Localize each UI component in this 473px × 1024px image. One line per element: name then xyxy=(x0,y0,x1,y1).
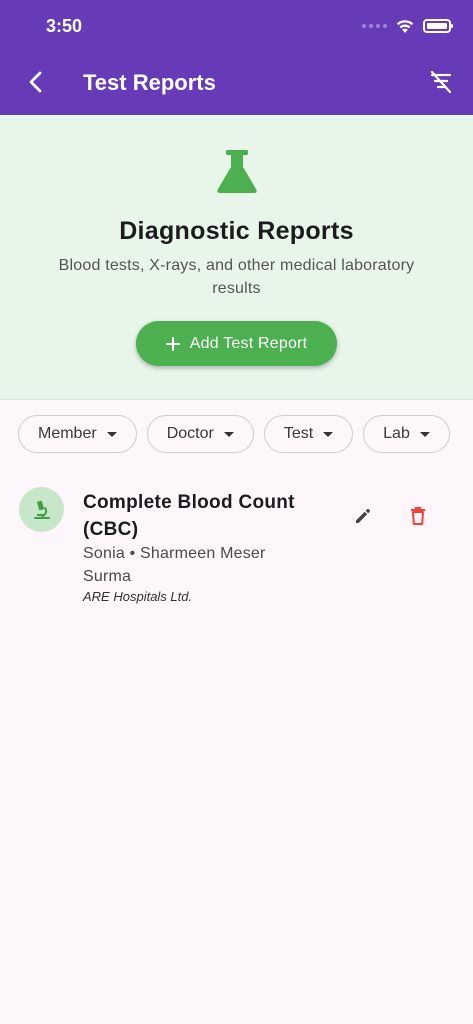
filter-off-icon xyxy=(430,70,452,94)
report-avatar xyxy=(19,487,64,532)
filter-chips: Member Doctor Test Lab xyxy=(18,415,450,453)
page-title: Test Reports xyxy=(83,70,216,95)
filter-chip-lab[interactable]: Lab xyxy=(363,415,450,453)
status-time: 3:50 xyxy=(46,16,83,36)
cellular-signal-icon xyxy=(362,24,387,28)
caret-down-icon xyxy=(106,431,117,437)
filter-chip-member[interactable]: Member xyxy=(18,415,137,453)
delete-report-button[interactable] xyxy=(401,499,435,533)
status-bar: 3:50 xyxy=(0,0,473,50)
chevron-left-icon xyxy=(29,71,42,93)
caret-down-icon xyxy=(223,431,234,437)
app-screen: 3:50 Test Reports Diagnostic Reports Blo… xyxy=(0,0,473,1024)
status-icons xyxy=(362,16,453,36)
filter-chip-label: Member xyxy=(38,425,97,442)
flask-icon xyxy=(217,150,257,193)
filter-chip-label: Doctor xyxy=(166,425,214,442)
filter-chip-test[interactable]: Test xyxy=(263,415,354,453)
delete-icon xyxy=(411,507,425,525)
app-bar: Test Reports xyxy=(0,50,473,115)
add-test-report-label: Add Test Report xyxy=(189,334,308,352)
report-list-item[interactable]: Complete Blood Count (CBC) Sonia • Sharm… xyxy=(0,475,473,615)
filter-chip-doctor[interactable]: Doctor xyxy=(146,415,254,453)
add-test-report-button[interactable]: Add Test Report xyxy=(136,321,337,366)
back-button[interactable] xyxy=(18,64,54,100)
report-title: Complete Blood Count (CBC) xyxy=(83,492,295,540)
hero-title: Diagnostic Reports xyxy=(119,217,354,245)
microscope-icon xyxy=(33,500,50,519)
caret-down-icon xyxy=(419,431,430,437)
edit-icon xyxy=(356,508,371,523)
hero-subtitle: Blood tests, X-rays, and other medical l… xyxy=(58,257,415,297)
plus-icon xyxy=(165,336,180,351)
filter-chip-label: Lab xyxy=(383,425,410,442)
edit-report-button[interactable] xyxy=(346,499,380,533)
report-member-doctor: Sonia • Sharmeen Meser Surma xyxy=(83,545,266,585)
clear-filters-button[interactable] xyxy=(423,64,459,100)
wifi-icon xyxy=(396,20,414,33)
hero-section: Diagnostic Reports Blood tests, X-rays, … xyxy=(0,115,473,400)
report-lab: ARE Hospitals Ltd. xyxy=(83,589,193,604)
caret-down-icon xyxy=(323,431,334,437)
battery-icon xyxy=(423,19,453,33)
filter-chip-label: Test xyxy=(283,425,314,442)
